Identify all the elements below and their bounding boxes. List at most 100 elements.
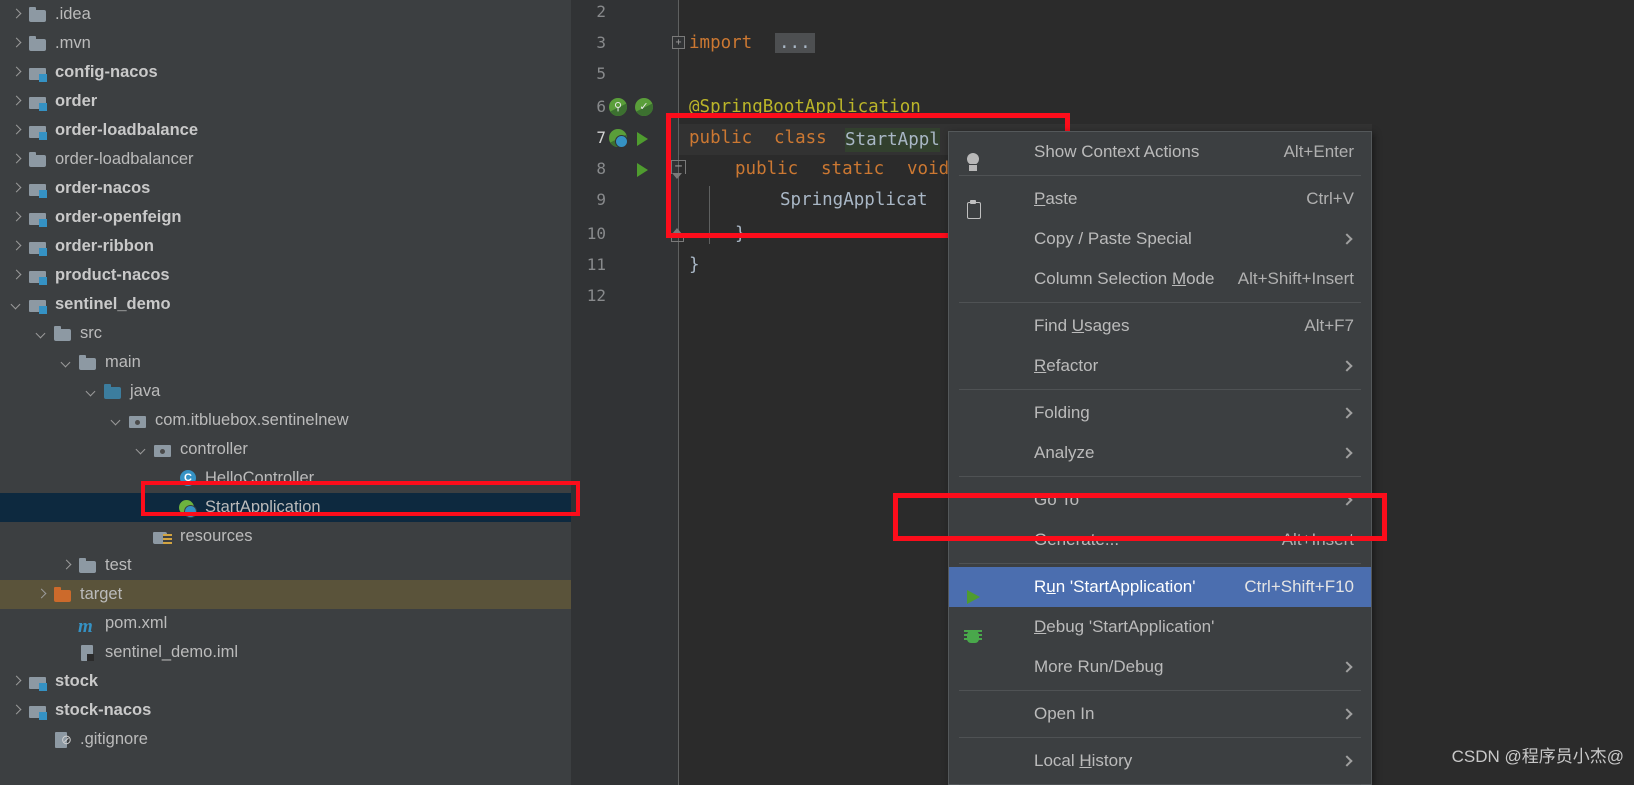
tree-item-label: pom.xml <box>105 614 168 632</box>
tree-item-test[interactable]: test <box>0 551 571 580</box>
tree-item-target[interactable]: target <box>0 580 571 609</box>
tree-item-pom-xml[interactable]: pom.xml <box>0 609 571 641</box>
chevron-right-icon[interactable] <box>35 588 48 601</box>
module-icon <box>28 296 48 314</box>
menu-item-label: Debug 'StartApplication' <box>1034 617 1215 636</box>
chevron-down-icon[interactable] <box>10 298 23 311</box>
fold-expand-block-icon[interactable] <box>671 228 684 242</box>
tree-item-label: main <box>105 353 141 371</box>
module-icon <box>28 122 48 140</box>
menu-item-analyze[interactable]: Analyze <box>949 433 1371 473</box>
menu-item-copy-paste-special[interactable]: Copy / Paste Special <box>949 219 1371 259</box>
tree-item--idea[interactable]: .idea <box>0 0 571 29</box>
menu-item-debug-startapplication[interactable]: Debug 'StartApplication' <box>949 607 1371 647</box>
menu-item-more-run-debug[interactable]: More Run/Debug <box>949 647 1371 687</box>
chevron-down-icon[interactable] <box>110 414 123 427</box>
tree-item-java[interactable]: java <box>0 377 571 406</box>
menu-item-generate[interactable]: Generate... Alt+Insert <box>949 520 1371 560</box>
chevron-right-icon[interactable] <box>10 124 23 137</box>
tree-item-label: sentinel_demo <box>55 295 171 313</box>
tree-item-order-nacos[interactable]: order-nacos <box>0 174 571 203</box>
chevron-right-icon[interactable] <box>10 37 23 50</box>
tree-item-startapplication[interactable]: StartApplication <box>0 493 571 522</box>
chevron-right-icon[interactable] <box>10 95 23 108</box>
folder-icon <box>28 151 48 169</box>
menu-item-column-selection-mode[interactable]: Column Selection Mode Alt+Shift+Insert <box>949 259 1371 299</box>
tree-item-resources[interactable]: resources <box>0 522 571 551</box>
tree-item-sentinel-demo[interactable]: sentinel_demo <box>0 290 571 319</box>
chevron-right-icon[interactable] <box>60 559 73 572</box>
chevron-right-icon[interactable] <box>10 182 23 195</box>
code-token-class-name: StartAppl <box>845 128 940 152</box>
tree-item-main[interactable]: main <box>0 348 571 377</box>
tree-item-label: HelloController <box>205 469 315 487</box>
project-tool-window[interactable]: .idea .mvn config-nacos order order-loadbala… <box>0 0 571 785</box>
menu-item-folding[interactable]: Folding <box>949 393 1371 433</box>
tree-item-label: target <box>80 585 123 603</box>
folder-icon <box>53 325 73 343</box>
fold-collapse-icon[interactable] <box>671 160 686 179</box>
tree-item-label: product-nacos <box>55 266 170 284</box>
tree-item--gitignore[interactable]: .gitignore <box>0 725 571 754</box>
code-token-class: class <box>774 128 827 148</box>
watermark-text: CSDN @程序员小杰@ <box>1451 747 1624 766</box>
tree-item-hellocontroller[interactable]: HelloController <box>0 464 571 493</box>
chevron-right-icon[interactable] <box>10 153 23 166</box>
chevron-down-icon[interactable] <box>135 443 148 456</box>
editor-gutter[interactable]: 2 3 5 6 7 8 9 10 11 12 ⚲ ✓ <box>571 0 678 785</box>
tree-item-order-openfeign[interactable]: order-openfeign <box>0 203 571 232</box>
tree-item-order[interactable]: order <box>0 87 571 116</box>
chevron-right-icon[interactable] <box>10 704 23 717</box>
menu-item-run-startapplication[interactable]: Run 'StartApplication' Ctrl+Shift+F10 <box>949 567 1371 607</box>
tree-item-config-nacos[interactable]: config-nacos <box>0 58 571 87</box>
menu-item-paste[interactable]: Paste Ctrl+V <box>949 179 1371 219</box>
chevron-down-icon[interactable] <box>35 327 48 340</box>
menu-item-local-history[interactable]: Local History <box>949 741 1371 781</box>
tree-item-order-loadbalancer[interactable]: order-loadbalancer <box>0 145 571 174</box>
chevron-down-icon[interactable] <box>60 356 73 369</box>
run-gutter-icon[interactable] <box>637 132 657 152</box>
menu-item-go-to[interactable]: Go To <box>949 480 1371 520</box>
spring-boot-app-icon[interactable] <box>609 129 629 149</box>
chevron-right-icon <box>1341 494 1353 506</box>
tree-item-label: config-nacos <box>55 63 158 81</box>
tree-item-controller[interactable]: controller <box>0 435 571 464</box>
code-fold-placeholder[interactable]: ... <box>775 33 815 53</box>
spring-bean-search-icon[interactable]: ⚲ <box>609 98 629 118</box>
line-number: 2 <box>596 2 606 21</box>
targetfolder-icon <box>53 586 73 604</box>
chevron-right-icon <box>1341 447 1353 459</box>
folder-icon <box>28 6 48 24</box>
chevron-down-icon[interactable] <box>85 385 98 398</box>
gutter-fold-rail <box>678 0 679 785</box>
spring-bean-check-icon[interactable]: ✓ <box>635 98 655 118</box>
chevron-right-icon[interactable] <box>10 66 23 79</box>
chevron-right-icon[interactable] <box>10 240 23 253</box>
menu-item-refactor[interactable]: Refactor <box>949 346 1371 386</box>
tree-item-src[interactable]: src <box>0 319 571 348</box>
tree-item-stock[interactable]: stock <box>0 667 571 696</box>
chevron-right-icon[interactable] <box>10 8 23 21</box>
line-number: 5 <box>596 64 606 83</box>
fold-expand-icon[interactable]: + <box>672 36 685 49</box>
menu-item-show-context-actions[interactable]: Show Context Actions Alt+Enter <box>949 132 1371 172</box>
tree-item--mvn[interactable]: .mvn <box>0 29 571 58</box>
menu-item-open-in[interactable]: Open In <box>949 694 1371 734</box>
chevron-right-icon[interactable] <box>10 675 23 688</box>
tree-item-product-nacos[interactable]: product-nacos <box>0 261 571 290</box>
tree-item-stock-nacos[interactable]: stock-nacos <box>0 696 571 725</box>
tree-item-order-loadbalance[interactable]: order-loadbalance <box>0 116 571 145</box>
editor-right-margin <box>1372 0 1634 785</box>
context-menu[interactable]: Show Context Actions Alt+Enter Paste Ctrl+V… <box>948 131 1372 785</box>
tree-item-label: .mvn <box>55 34 91 52</box>
run-gutter-icon[interactable] <box>637 163 657 183</box>
module-icon <box>28 93 48 111</box>
chevron-right-icon[interactable] <box>10 269 23 282</box>
tree-item-order-ribbon[interactable]: order-ribbon <box>0 232 571 261</box>
menu-item-find-usages[interactable]: Find Usages Alt+F7 <box>949 306 1371 346</box>
tree-item-sentinel-demo-iml[interactable]: sentinel_demo.iml <box>0 638 571 667</box>
package-icon <box>153 441 173 459</box>
chevron-right-icon[interactable] <box>10 211 23 224</box>
tree-item-com-itbluebox-sentinelnew[interactable]: com.itbluebox.sentinelnew <box>0 406 571 435</box>
